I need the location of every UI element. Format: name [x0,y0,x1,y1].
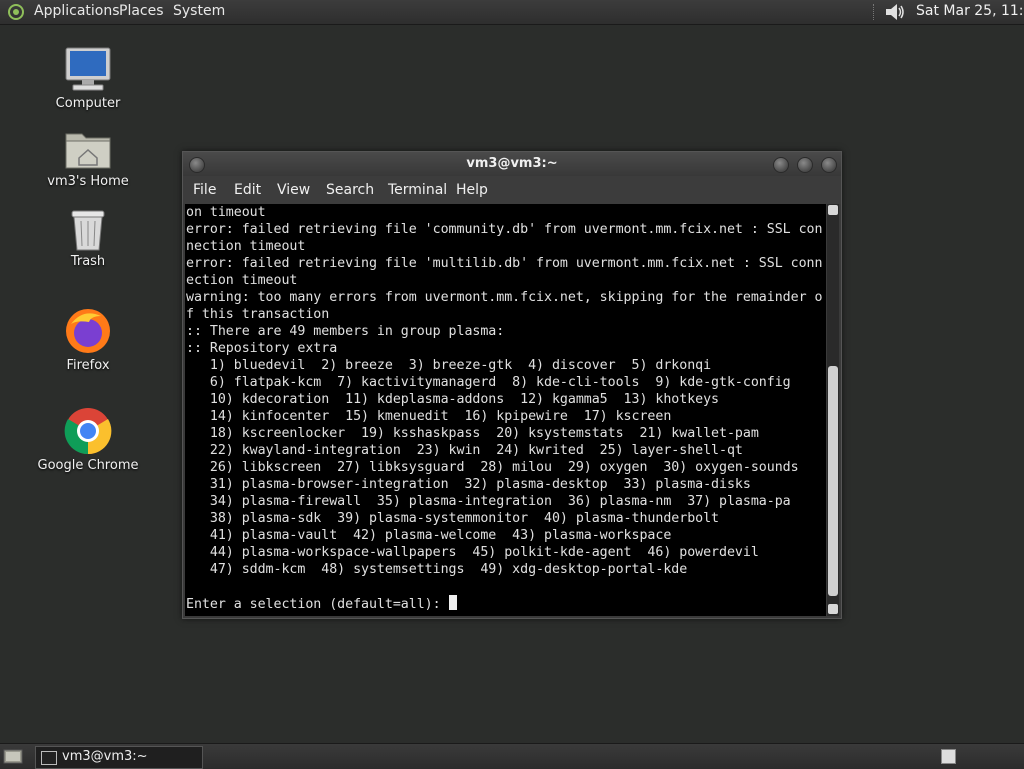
chrome-icon [64,408,112,455]
panel-separator [873,4,876,20]
terminal-cursor [448,595,457,610]
terminal-output[interactable]: on timeout error: failed retrieving file… [185,204,826,616]
applications-menu[interactable]: Applications [34,3,120,19]
volume-icon[interactable] [884,2,906,22]
scrollbar[interactable] [827,204,839,616]
terminal-prompt: Enter a selection (default=all): [186,597,449,612]
taskbar-item-terminal[interactable]: vm3@vm3:~ [35,746,203,769]
terminal-icon [41,751,57,765]
system-menu[interactable]: System [173,3,225,19]
clock[interactable]: Sat Mar 25, 11:02 [916,3,1024,19]
desktop-icon-label: Firefox [66,358,110,373]
menu-help[interactable]: Help [456,182,488,198]
firefox-icon [66,309,110,353]
gnome-foot-icon[interactable] [6,3,26,21]
desktop-icon-trash[interactable]: Trash [33,208,143,269]
trash-icon [71,210,105,251]
desktop-icon-label: Trash [70,254,106,269]
desktop-icon-home[interactable]: vm3's Home [33,128,143,189]
scroll-thumb[interactable] [828,366,838,596]
workspace-switcher[interactable] [941,749,956,764]
scroll-down-arrow[interactable] [828,604,838,614]
window-menubar: File Edit View Search Terminal Help [183,176,841,204]
desktop-icon-chrome[interactable]: Google Chrome [33,406,143,473]
menu-edit[interactable]: Edit [234,182,261,198]
bottom-panel: vm3@vm3:~ [0,743,1024,769]
minimize-button[interactable] [773,157,789,173]
computer-icon [65,47,111,91]
window-titlebar[interactable]: vm3@vm3:~ [183,152,841,176]
menu-file[interactable]: File [193,182,216,198]
menu-view[interactable]: View [277,182,310,198]
window-menu-icon[interactable] [189,157,205,173]
desktop-icon-label: Google Chrome [37,458,139,473]
terminal-window[interactable]: vm3@vm3:~ File Edit View Search Terminal… [182,151,842,619]
scroll-up-arrow[interactable] [828,205,838,215]
home-folder-icon [65,133,111,169]
window-title: vm3@vm3:~ [466,156,558,171]
desktop-icon-label: Computer [55,96,121,111]
menu-search[interactable]: Search [326,182,374,198]
show-desktop-icon[interactable] [3,747,23,765]
desktop-icon-computer[interactable]: Computer [33,46,143,111]
close-button[interactable] [821,157,837,173]
menu-terminal[interactable]: Terminal [388,182,447,198]
taskbar-item-label: vm3@vm3:~ [62,749,148,764]
maximize-button[interactable] [797,157,813,173]
terminal-text: on timeout error: failed retrieving file… [186,205,823,612]
places-menu[interactable]: Places [119,3,164,19]
desktop-icon-label: vm3's Home [47,174,129,189]
top-panel: Applications Places System Sat Mar 25, 1… [0,0,1024,25]
desktop-icon-firefox[interactable]: Firefox [33,306,143,373]
